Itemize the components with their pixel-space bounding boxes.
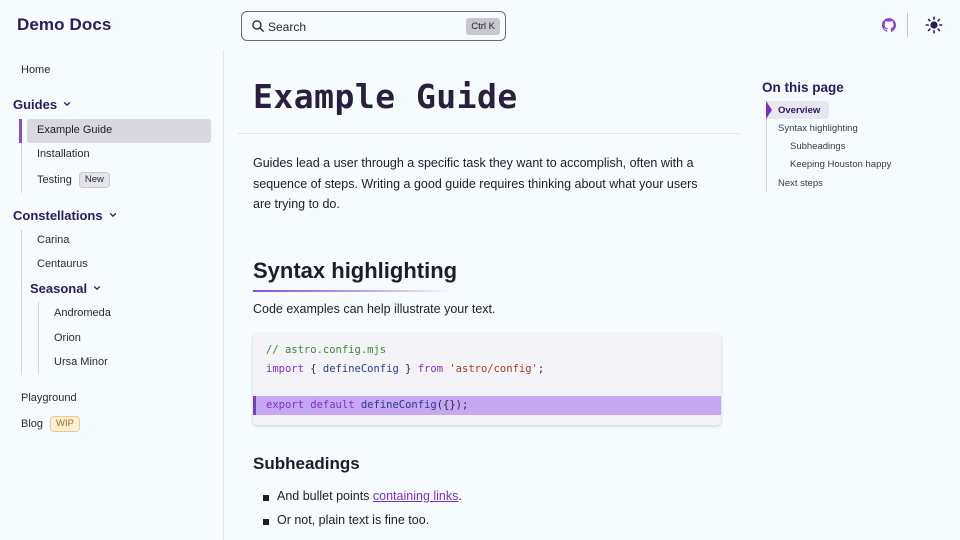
toc-title: On this page (762, 80, 844, 95)
sidebar-group-label: Constellations (13, 208, 103, 223)
search-placeholder: Search (268, 20, 307, 34)
sidebar-item-playground[interactable]: Playground (21, 392, 77, 404)
toc-item-keeping-houston-happy[interactable]: Keeping Houston happy (790, 159, 891, 170)
list-item: Or not, plain text is fine too. (277, 513, 430, 527)
sidebar-item-installation[interactable]: Installation (37, 148, 90, 160)
sidebar: Home Guides Example Guide Installation T… (0, 50, 224, 540)
site-title[interactable]: Demo Docs (17, 15, 111, 35)
sidebar-item-andromeda[interactable]: Andromeda (54, 307, 111, 319)
search-icon (252, 20, 264, 32)
sidebar-active-indicator (19, 119, 22, 143)
code-line-1: // astro.config.mjs (266, 344, 387, 356)
bullet-marker (263, 495, 269, 501)
chevron-down-icon (109, 212, 116, 218)
chevron-down-icon (93, 285, 101, 291)
search-shortcut: Ctrl K (466, 18, 500, 35)
toc-item-subheadings[interactable]: Subheadings (790, 141, 845, 152)
heading-subheadings: Subheadings (253, 454, 360, 473)
toc-item-overview[interactable]: Overview (778, 105, 820, 116)
toc-active-indicator (766, 101, 772, 119)
code-block: // astro.config.mjs import { defineConfi… (253, 334, 721, 425)
sidebar-group-label: Guides (13, 97, 58, 112)
github-icon[interactable] (882, 18, 896, 32)
code-line-4: export default defineConfig({}); (266, 399, 469, 411)
toc-item-next-steps[interactable]: Next steps (778, 178, 823, 189)
sidebar-group-seasonal[interactable]: Seasonal (30, 281, 101, 296)
list-item: And bullet points containing links. (277, 489, 462, 503)
sidebar-group-guides[interactable]: Guides (13, 97, 71, 112)
wip-badge: WIP (50, 416, 80, 432)
sidebar-group-constellations[interactable]: Constellations (13, 208, 117, 223)
sidebar-item-orion[interactable]: Orion (54, 332, 81, 344)
sidebar-item-carina[interactable]: Carina (37, 234, 69, 246)
heading-underline (253, 290, 453, 292)
chevron-down-icon (63, 101, 71, 107)
sidebar-group-label: Seasonal (30, 281, 88, 296)
title-divider (238, 133, 740, 134)
sun-icon[interactable] (925, 16, 943, 34)
code-intro-paragraph: Code examples can help illustrate your t… (253, 302, 496, 316)
sidebar-item-testing[interactable]: Testing New (37, 172, 110, 188)
sidebar-item-label: Testing (37, 174, 72, 186)
sidebar-constellations-line (21, 230, 22, 375)
toc-item-syntax-highlighting[interactable]: Syntax highlighting (778, 123, 858, 134)
code-line-2: import { defineConfig } from 'astro/conf… (266, 363, 545, 375)
sidebar-item-label: Blog (21, 418, 44, 430)
sidebar-item-blog[interactable]: Blog WIP (21, 416, 80, 432)
search-button[interactable]: Search Ctrl K (241, 11, 506, 41)
sidebar-seasonal-line (38, 302, 39, 375)
sidebar-item-ursa-minor[interactable]: Ursa Minor (54, 356, 108, 368)
sidebar-item-home[interactable]: Home (21, 64, 50, 76)
new-badge: New (78, 172, 110, 188)
sidebar-item-example-guide[interactable]: Example Guide (37, 124, 112, 136)
site-header: Demo Docs Search Ctrl K (0, 0, 960, 50)
sidebar-item-centaurus[interactable]: Centaurus (37, 258, 88, 270)
heading-syntax-highlighting: Syntax highlighting (253, 258, 458, 283)
header-divider (907, 13, 908, 37)
intro-paragraph: Guides lead a user through a specific ta… (253, 156, 698, 211)
bullet-marker (263, 519, 269, 525)
containing-links-link[interactable]: containing links (373, 489, 458, 503)
page-title: Example Guide (253, 77, 518, 116)
